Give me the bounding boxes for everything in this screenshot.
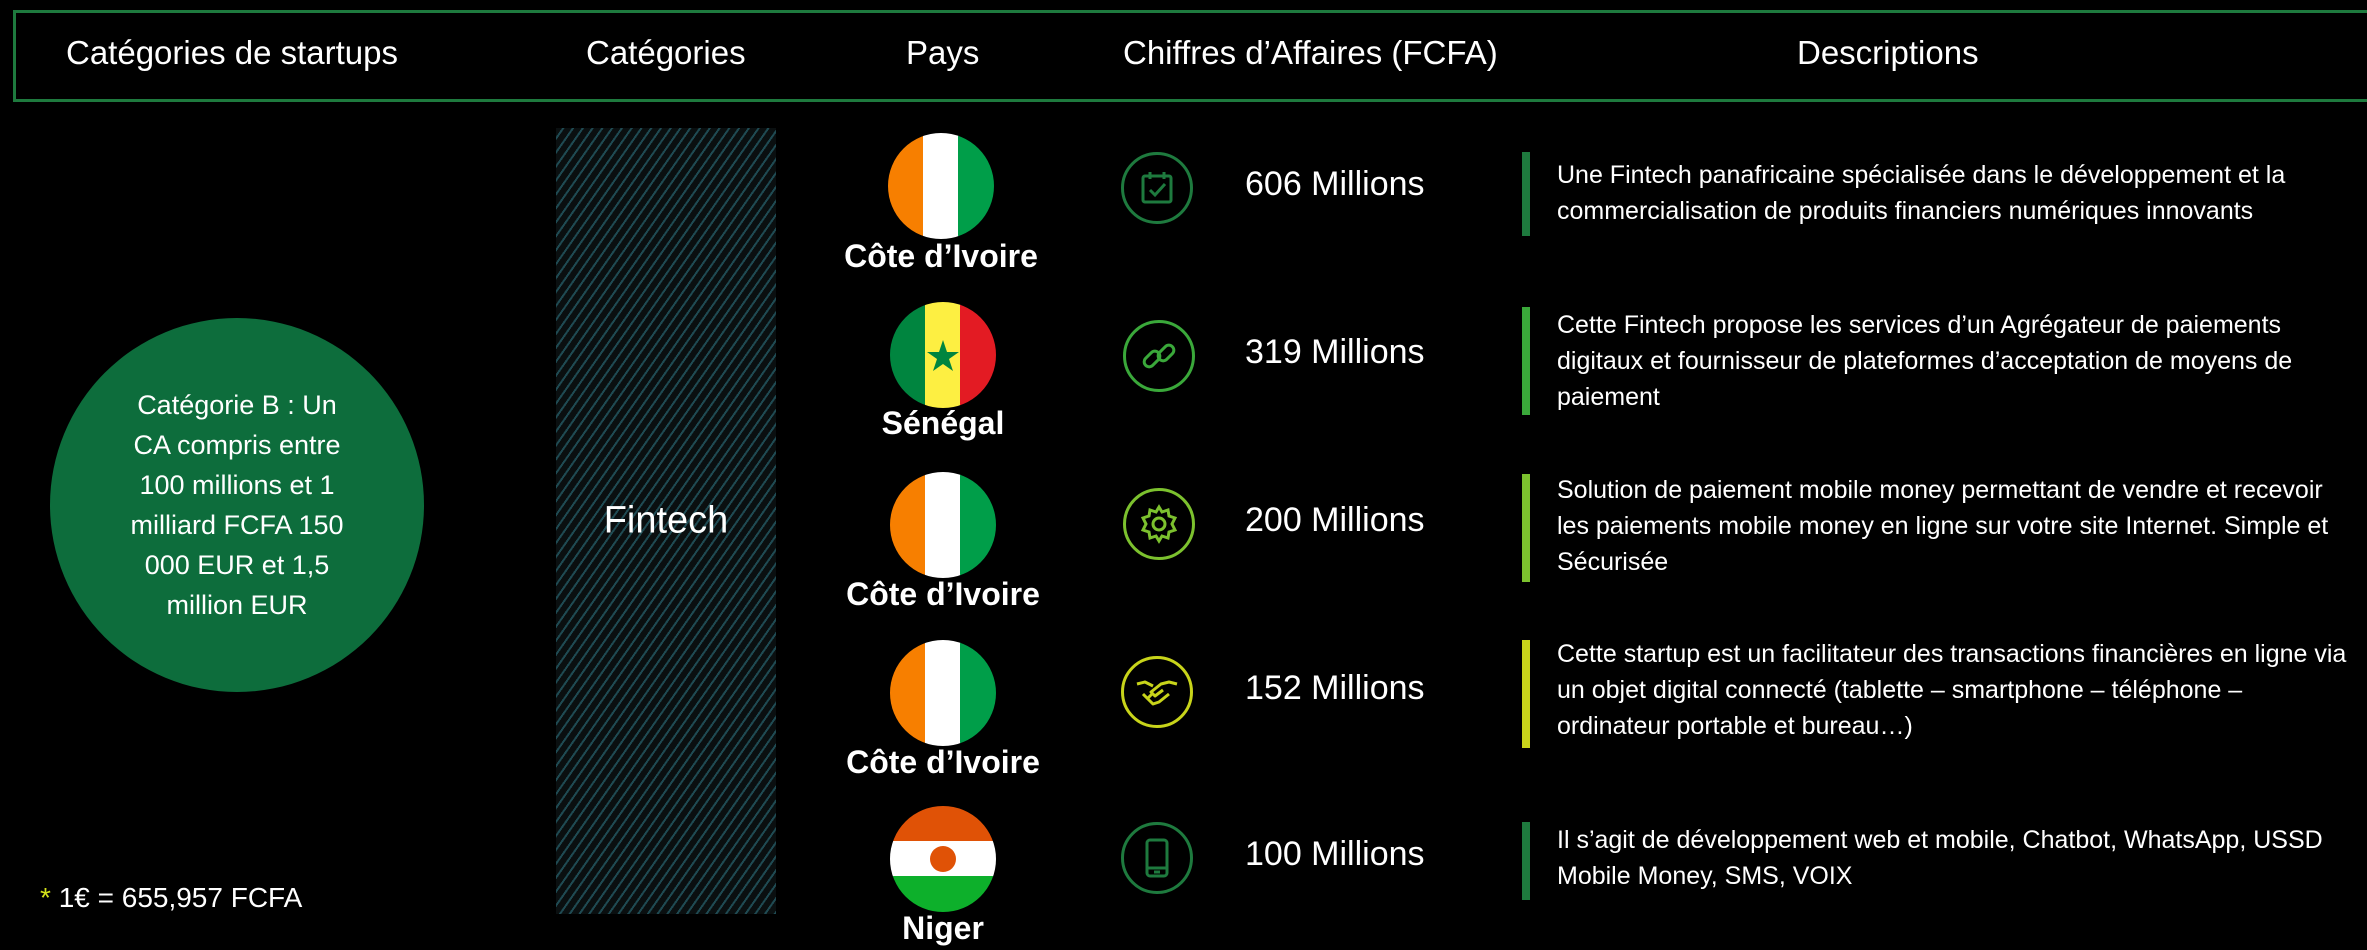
cote-divoire-flag-icon xyxy=(890,640,996,746)
accent-bar xyxy=(1522,640,1530,748)
link-icon xyxy=(1123,320,1195,392)
calendar-check-icon xyxy=(1121,152,1193,224)
niger-flag-icon xyxy=(890,806,996,912)
senegal-flag-icon xyxy=(890,302,996,408)
country-label: Côte d’Ivoire xyxy=(846,744,1040,780)
smartphone-icon xyxy=(1121,822,1193,894)
header-revenue: Chiffres d’Affaires (FCFA) xyxy=(1123,34,1498,71)
revenue-amount: 319 Millions xyxy=(1245,333,1425,371)
category-b-circle: Catégorie B : Un CA compris entre 100 mi… xyxy=(50,318,424,692)
description-text: Solution de paiement mobile money permet… xyxy=(1557,476,2329,576)
gear-icon xyxy=(1123,488,1195,560)
cote-divoire-flag-icon xyxy=(890,472,996,578)
footnote-star: * xyxy=(40,882,51,913)
revenue-amount: 100 Millions xyxy=(1245,835,1425,873)
table-header: Catégories de startups Catégories Pays C… xyxy=(13,10,2367,102)
description-text: Cette startup est un facilitateur des tr… xyxy=(1557,640,2347,740)
revenue-amount: 200 Millions xyxy=(1245,501,1425,539)
footnote-text: 1€ = 655,957 FCFA xyxy=(58,882,303,913)
accent-bar xyxy=(1522,152,1530,236)
accent-bar xyxy=(1522,307,1530,415)
country-label: Côte d’Ivoire xyxy=(844,238,1038,274)
description-text: Il s’agit de développement web et mobile… xyxy=(1557,826,2323,890)
country-label: Niger xyxy=(902,910,984,946)
accent-bar xyxy=(1522,822,1530,900)
handshake-icon xyxy=(1121,656,1193,728)
country-label: Sénégal xyxy=(881,405,1005,441)
accent-bar xyxy=(1522,474,1530,582)
revenue-amount: 152 Millions xyxy=(1245,669,1425,707)
header-startup-categories: Catégories de startups xyxy=(66,34,399,71)
fintech-category-column: Fintech xyxy=(556,128,776,914)
description-text: Une Fintech panafricaine spécialisée dan… xyxy=(1557,161,2286,225)
revenue-amount: 606 Millions xyxy=(1245,165,1425,203)
country-label: Côte d’Ivoire xyxy=(846,576,1040,612)
category-b-text: Catégorie B : Un CA compris entre 100 mi… xyxy=(130,390,344,620)
header-descriptions: Descriptions xyxy=(1797,34,1979,71)
footnote: * 1€ = 655,957 FCFA xyxy=(40,882,302,914)
cote-divoire-flag-icon xyxy=(888,133,994,239)
header-country: Pays xyxy=(906,34,980,71)
fintech-label: Fintech xyxy=(603,499,729,542)
header-categories: Catégories xyxy=(586,34,746,71)
description-text: Cette Fintech propose les services d’un … xyxy=(1557,311,2293,411)
